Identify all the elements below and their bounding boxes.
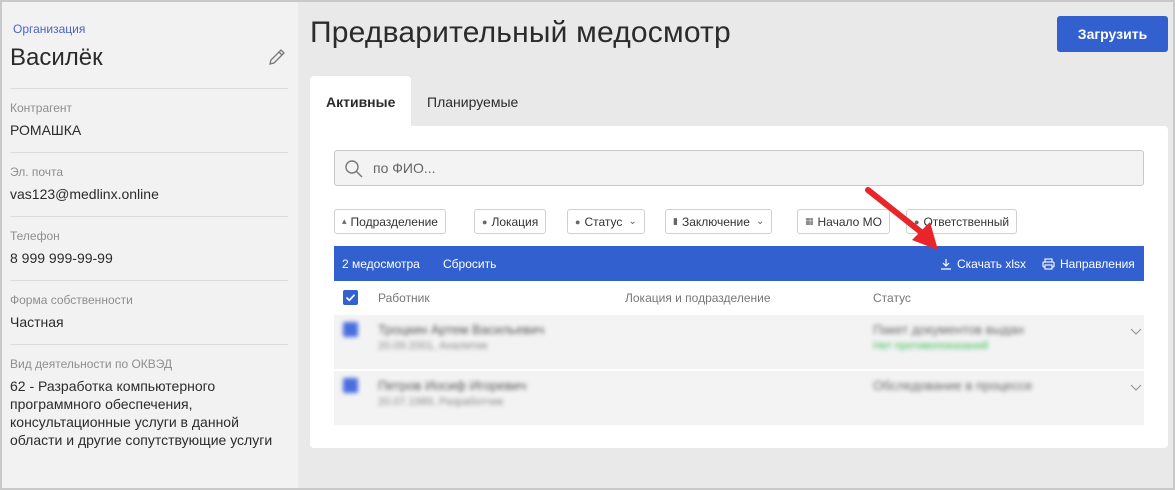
filter-conclusion[interactable]: ▮ Заключение ⌄ <box>665 209 773 234</box>
download-label: Скачать xlsx <box>957 257 1026 271</box>
field-value: 62 - Разработка компьютерного программно… <box>10 378 273 448</box>
search-input[interactable] <box>373 151 1133 185</box>
status-subtext: Нет противопоказаний <box>873 340 989 352</box>
row-checkbox[interactable] <box>343 322 358 337</box>
dot-icon: ● <box>575 216 581 227</box>
column-header-status[interactable]: Статус <box>873 291 911 305</box>
org-name: Василёк <box>10 44 103 71</box>
field-okved: Вид деятельности по ОКВЭД 62 - Разработк… <box>10 344 288 449</box>
download-xlsx-button[interactable]: Скачать xlsx <box>940 257 1026 271</box>
worker-details: 20.07.1989, Разработчик <box>378 396 504 408</box>
field-phone: Телефон 8 999 999-99-99 <box>10 216 288 267</box>
filter-label: Локация <box>491 214 539 229</box>
status-text: Обследование в процессе <box>873 378 1033 393</box>
chevron-down-icon[interactable] <box>1129 380 1143 394</box>
page-title: Предварительный медосмотр <box>310 16 731 49</box>
tab-planned[interactable]: Планируемые <box>411 76 534 126</box>
calendar-icon: ▦ <box>805 216 814 226</box>
hierarchy-icon: ▴ <box>342 216 347 226</box>
field-label: Контрагент <box>10 101 73 115</box>
table-row[interactable]: Троцкин Артем Васильевич 20.09.2001, Ана… <box>334 315 1144 369</box>
status-text: Пакет документов выдан <box>873 322 1024 337</box>
field-label: Телефон <box>10 229 60 243</box>
worker-details: 20.09.2001, Аналитик <box>378 340 488 352</box>
field-label: Вид деятельности по ОКВЭД <box>10 357 173 371</box>
filter-label: Подразделение <box>350 214 438 229</box>
filter-label: Статус <box>584 214 623 229</box>
selection-count: 2 медосмотра <box>342 257 420 271</box>
field-value: 8 999 999-99-99 <box>10 250 113 266</box>
annotation-arrow-icon <box>865 187 938 250</box>
chevron-down-icon: ⌄ <box>755 216 765 227</box>
document-icon: ▮ <box>673 216 678 226</box>
org-caption: Организация <box>13 22 86 36</box>
directions-label: Направления <box>1060 257 1135 271</box>
filter-location[interactable]: ● Локация <box>474 209 547 234</box>
table-row[interactable]: Петров Иосиф Игоревич 20.07.1989, Разраб… <box>334 371 1144 425</box>
tab-active[interactable]: Активные <box>310 76 411 126</box>
field-label: Форма собственности <box>10 293 133 307</box>
search-icon <box>345 160 363 178</box>
column-header-location[interactable]: Локация и подразделение <box>625 291 771 305</box>
field-counterparty: Контрагент РОМАШКА <box>10 88 288 139</box>
selection-bar: 2 медосмотра Сбросить Скачать xlsx Напра… <box>334 246 1144 281</box>
location-pin-icon: ● <box>482 216 488 227</box>
upload-button[interactable]: Загрузить <box>1057 16 1168 52</box>
field-email: Эл. почта vas123@medlinx.online <box>10 152 288 203</box>
field-value: РОМАШКА <box>10 122 82 138</box>
search-box <box>334 150 1144 186</box>
field-ownership: Форма собственности Частная <box>10 280 288 331</box>
checkmark-icon <box>345 294 356 302</box>
column-header-worker[interactable]: Работник <box>378 291 430 305</box>
chevron-down-icon[interactable] <box>1129 324 1143 338</box>
worker-name: Троцкин Артем Васильевич <box>378 322 545 337</box>
worker-name: Петров Иосиф Игоревич <box>378 378 527 393</box>
download-icon <box>941 259 951 270</box>
printer-icon <box>1042 258 1055 270</box>
chevron-down-icon: ⌄ <box>628 216 637 227</box>
reset-button[interactable]: Сбросить <box>443 257 496 271</box>
field-value: vas123@medlinx.online <box>10 186 159 202</box>
field-value: Частная <box>10 314 64 330</box>
filter-label: Заключение <box>681 214 750 229</box>
pencil-edit-icon[interactable] <box>267 47 287 67</box>
directions-button[interactable]: Направления <box>1042 257 1135 271</box>
filter-department[interactable]: ▴ Подразделение <box>334 209 446 234</box>
field-label: Эл. почта <box>10 165 64 179</box>
filter-status[interactable]: ● Статус ⌄ <box>567 209 645 234</box>
row-checkbox[interactable] <box>343 378 358 393</box>
select-all-checkbox[interactable] <box>343 290 358 305</box>
table-header: Работник Локация и подразделение Статус <box>334 282 1144 314</box>
